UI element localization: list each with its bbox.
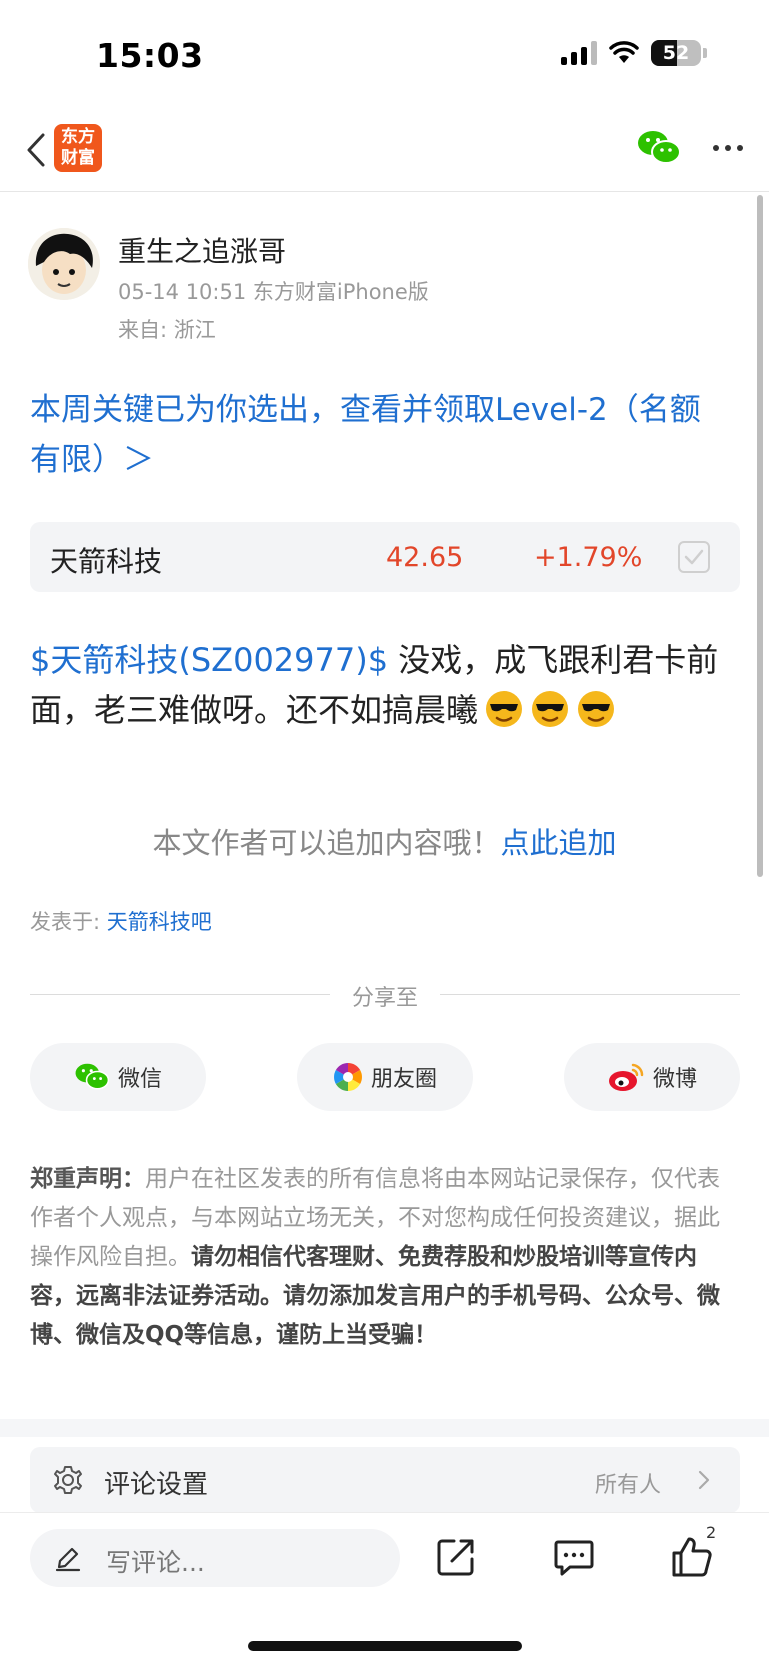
stock-change: +1.79%: [534, 542, 643, 573]
more-icon: [713, 145, 743, 151]
scrollbar[interactable]: [757, 195, 763, 877]
status-icons: 52: [561, 40, 707, 66]
share-icon[interactable]: [434, 1535, 478, 1579]
disclaimer: 郑重声明：用户在社区发表的所有信息将由本网站记录保存，仅代表作者个人观点，与本网…: [30, 1160, 742, 1355]
comment-settings-row[interactable]: 评论设置 所有人: [30, 1447, 740, 1513]
share-weibo-button[interactable]: 微博: [564, 1043, 740, 1111]
comment-settings-label: 评论设置: [104, 1470, 209, 1500]
stock-tag-link[interactable]: $天箭科技(SZ002977)$: [30, 641, 388, 679]
gear-icon: [54, 1466, 82, 1494]
post-meta: 05-14 10:51 东方财富iPhone版: [118, 280, 429, 304]
share-wechat-label: 微信: [117, 1067, 162, 1092]
stock-card[interactable]: 天箭科技 42.65 +1.79%: [30, 522, 740, 592]
append-content-line: 本文作者可以追加内容哦！点此追加: [0, 820, 769, 862]
like-count: 2: [706, 1523, 717, 1542]
post-body: $天箭科技(SZ002977)$ 没戏，成飞跟利君卡前面，老三难做呀。还不如搞晨…: [30, 635, 742, 735]
battery-level: 52: [662, 42, 690, 64]
stock-bar-link[interactable]: 天箭科技吧: [107, 910, 212, 934]
post-location: 来自: 浙江: [118, 318, 216, 342]
wechat-icon: [75, 1063, 110, 1090]
back-button[interactable]: [14, 126, 58, 174]
pen-icon: [55, 1547, 81, 1572]
posted-in-label: 发表于:: [30, 910, 107, 934]
cool-emoji-icon: [578, 691, 615, 727]
cool-emoji-icon: [532, 691, 569, 727]
wechat-icon: [638, 131, 681, 164]
app-logo[interactable]: 东方财富: [54, 124, 102, 172]
share-moments-label: 朋友圈: [370, 1067, 437, 1092]
comment-icon[interactable]: [552, 1535, 596, 1579]
share-label: 分享至: [351, 986, 418, 1011]
chevron-left-icon: [27, 133, 45, 167]
share-weibo-label: 微博: [652, 1067, 697, 1092]
weibo-icon: [608, 1063, 644, 1091]
bottom-bar: 写评论... 2: [0, 1512, 769, 1665]
home-indicator: [248, 1641, 522, 1651]
status-bar: 15:03 52: [0, 0, 769, 110]
share-divider: 分享至: [30, 980, 740, 1011]
avatar[interactable]: [28, 228, 100, 300]
stock-price: 42.65: [386, 542, 464, 573]
chevron-right-icon: [698, 1470, 710, 1490]
add-watchlist-checkbox[interactable]: [678, 541, 710, 573]
comment-placeholder: 写评论...: [106, 1548, 205, 1577]
disclaimer-title: 郑重声明：: [30, 1166, 145, 1192]
battery-icon: 52: [651, 40, 701, 66]
append-text: 本文作者可以追加内容哦！: [152, 826, 501, 860]
share-wechat-button[interactable]: 微信: [30, 1043, 206, 1111]
level2-promo-link[interactable]: 本周关键已为你选出，查看并领取Level-2（名额有限）＞: [30, 385, 730, 485]
cool-emoji-icon: [486, 691, 523, 727]
avatar-image: [28, 228, 100, 300]
stock-name: 天箭科技: [50, 545, 163, 578]
wechat-share-button[interactable]: [636, 128, 682, 168]
share-moments-button[interactable]: 朋友圈: [297, 1043, 473, 1111]
comment-settings-value: 所有人: [595, 1473, 662, 1498]
section-divider: [0, 1419, 769, 1437]
logo-text: 东方财富: [61, 127, 95, 168]
more-button[interactable]: [710, 130, 746, 166]
author-name[interactable]: 重生之追涨哥: [118, 230, 286, 270]
nav-bar: 东方财富: [0, 110, 769, 192]
comment-input[interactable]: 写评论...: [30, 1529, 400, 1587]
posted-in: 发表于: 天箭科技吧: [30, 906, 212, 936]
moments-icon: [334, 1063, 362, 1091]
status-time: 15:03: [96, 36, 204, 75]
signal-icon: [561, 41, 597, 65]
check-icon: [684, 549, 704, 565]
wifi-icon: [609, 41, 639, 63]
append-link[interactable]: 点此追加: [501, 826, 617, 860]
